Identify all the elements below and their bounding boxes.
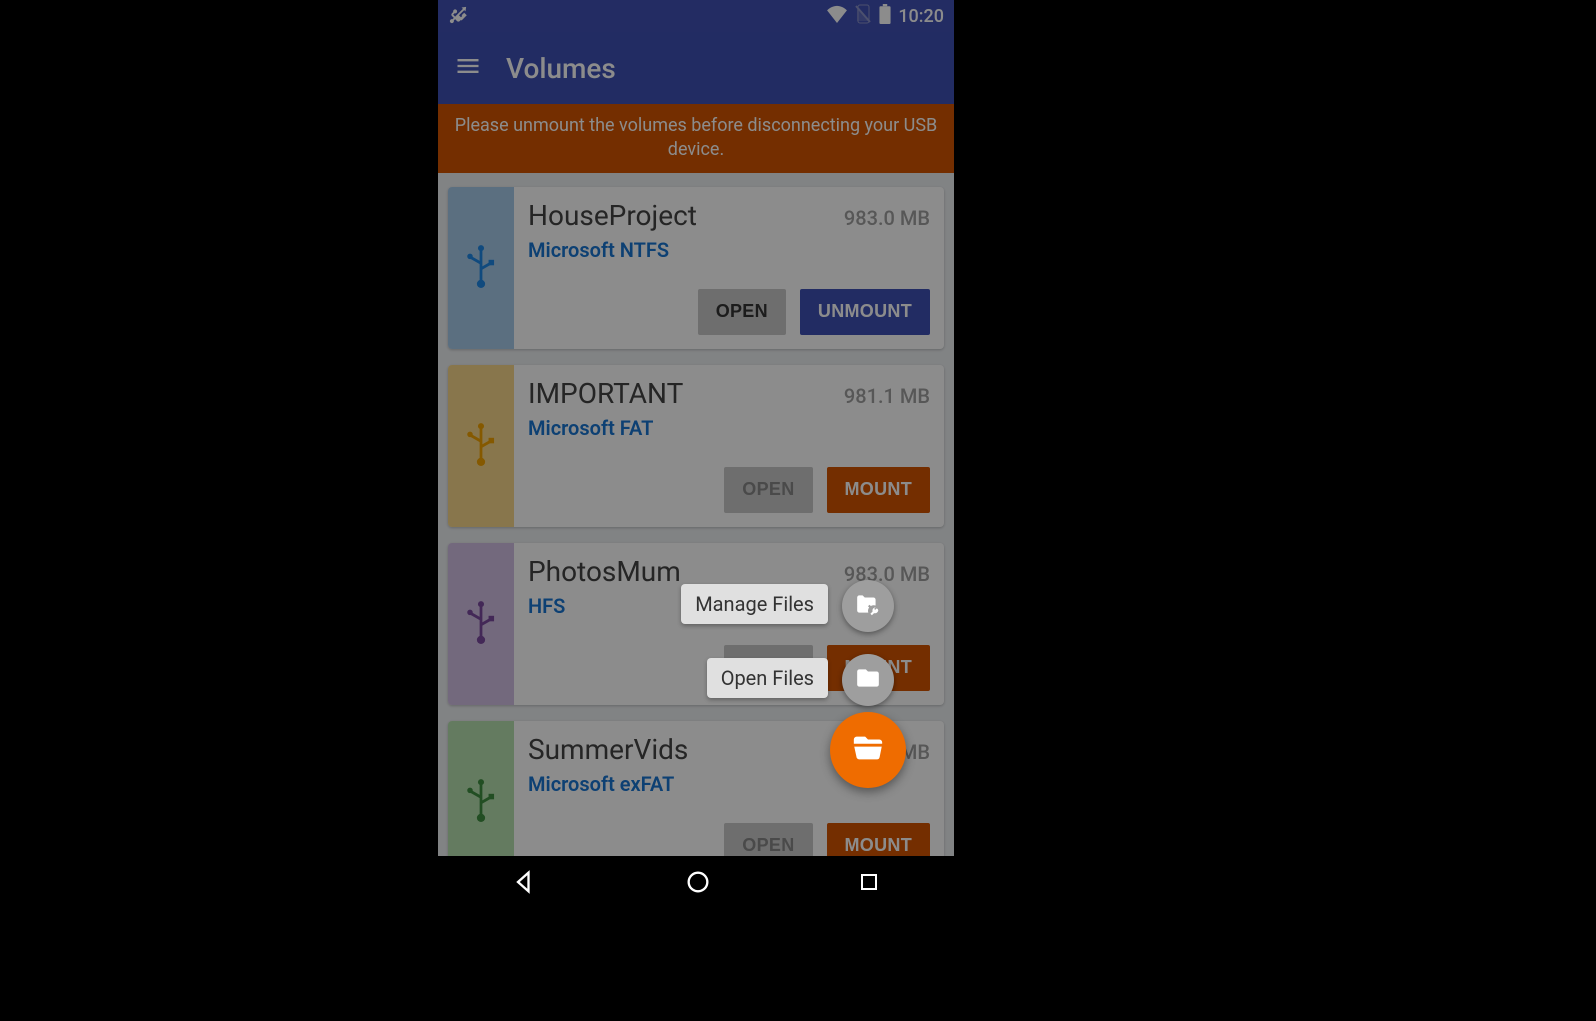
fab-action-manage-files[interactable] — [842, 580, 894, 632]
folder-open-icon — [851, 731, 885, 769]
android-nav-bar — [438, 856, 954, 912]
nav-back[interactable] — [511, 868, 539, 900]
folder-icon — [855, 665, 881, 695]
nav-recent[interactable] — [857, 870, 881, 898]
fab-action-label-manage[interactable]: Manage Files — [681, 584, 828, 624]
nav-home[interactable] — [684, 868, 712, 900]
folder-wrench-icon — [855, 591, 881, 621]
fab-main[interactable] — [830, 712, 906, 788]
fab-action-label-open[interactable]: Open Files — [707, 658, 828, 698]
phone-frame: 10:20 Volumes Please unmount the volumes… — [438, 0, 954, 912]
fab-action-open-files[interactable] — [842, 654, 894, 706]
